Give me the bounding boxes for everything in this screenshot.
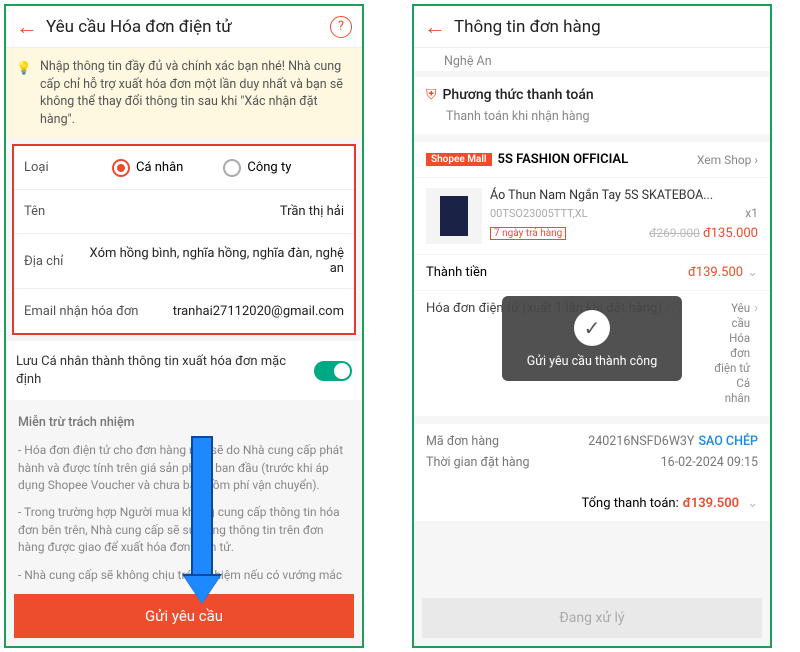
save-default-label: Lưu Cá nhân thành thông tin xuất hóa đơn… — [16, 353, 314, 388]
annotation-arrow — [184, 436, 220, 604]
mall-badge: Shopee Mall — [426, 153, 492, 166]
radio-personal[interactable]: Cá nhân — [112, 159, 183, 177]
name-value[interactable]: Trần thị hải — [82, 204, 344, 219]
help-icon[interactable]: ? — [330, 16, 352, 38]
product-qty: x1 — [745, 206, 758, 220]
check-icon: ✓ — [574, 310, 610, 346]
toast-text: Gửi yêu cầu thành công — [526, 354, 658, 369]
product-thumbnail — [426, 188, 482, 244]
save-default-row: Lưu Cá nhân thành thông tin xuất hóa đơn… — [6, 341, 362, 400]
order-time-label: Thời gian đặt hàng — [426, 455, 530, 470]
notice-text: Nhập thông tin đầy đủ và chính xác bạn n… — [40, 59, 343, 127]
name-label: Tên — [24, 204, 82, 219]
toggle-save-default[interactable] — [314, 361, 352, 381]
return-badge: 7 ngày trả hàng — [490, 227, 566, 240]
radio-icon — [223, 159, 241, 177]
order-id: 240216NSFD6W3Y — [588, 434, 694, 449]
bulb-icon: 💡 — [16, 60, 32, 78]
invoice-form: Loại Cá nhân Công ty Tên Trần thị hải Đị… — [12, 144, 356, 335]
copy-button[interactable]: SAO CHÉP — [698, 434, 758, 449]
payment-method: Thanh toán khi nhận hàng — [426, 109, 758, 124]
einvoice-value: Yêu cầu Hóa đơn điện tử Cá nhân — [710, 301, 750, 406]
type-label: Loại — [24, 160, 82, 175]
order-meta: Mã đơn hàng 240216NSFD6W3Y SAO CHÉP Thời … — [414, 416, 770, 486]
disclaimer-title: Miễn trừ trách nhiệm — [18, 414, 350, 432]
chevron-down-icon: ⌄ — [747, 265, 758, 280]
view-shop-link[interactable]: Xem Shop › — [697, 153, 758, 167]
shop-name: 5S FASHION OFFICIAL — [498, 152, 691, 167]
shop-row[interactable]: Shopee Mall 5S FASHION OFFICIAL Xem Shop… — [414, 142, 770, 178]
success-toast: ✓ Gửi yêu cầu thành công — [502, 296, 682, 381]
email-value[interactable]: tranhai27112020@gmail.com — [144, 304, 344, 319]
chevron-down-icon: ⌄ — [747, 496, 758, 511]
back-icon[interactable]: ← — [16, 14, 40, 40]
info-notice: 💡 Nhập thông tin đầy đủ và chính xác bạn… — [6, 48, 362, 138]
address-value[interactable]: Xóm hồng bình, nghĩa hồng, nghĩa đàn, ng… — [82, 246, 344, 276]
radio-icon — [112, 159, 130, 177]
header: ← Thông tin đơn hàng — [414, 6, 770, 48]
subtotal-value: đ139.500 — [688, 265, 743, 280]
processing-button: Đang xử lý — [422, 598, 762, 638]
page-title: Yêu cầu Hóa đơn điện tử — [40, 17, 330, 37]
new-price: đ135.000 — [703, 226, 758, 241]
payment-title: ⛨ Phương thức thanh toán — [426, 87, 758, 103]
shield-icon: ⛨ — [426, 87, 437, 103]
page-title: Thông tin đơn hàng — [448, 17, 760, 37]
product-row[interactable]: Áo Thun Nam Ngắn Tay 5S SKATEBOA... 00TS… — [414, 178, 770, 254]
order-id-label: Mã đơn hàng — [426, 434, 499, 449]
screen-order-detail: ← Thông tin đơn hàng Nghệ An ⛨ Phương th… — [412, 4, 772, 648]
email-label: Email nhận hóa đơn — [24, 304, 144, 319]
subtotal-label: Thành tiền — [426, 265, 487, 280]
order-time-value: 16-02-2024 09:15 — [661, 455, 758, 470]
old-price: đ269.000 — [649, 226, 700, 240]
product-sku: 00TSO23005TTT,XL — [490, 207, 588, 220]
radio-company[interactable]: Công ty — [223, 159, 291, 177]
grand-value: đ139.500 — [683, 496, 739, 511]
product-name: Áo Thun Nam Ngắn Tay 5S SKATEBOA... — [490, 188, 758, 203]
back-icon[interactable]: ← — [424, 14, 448, 40]
grand-total-row: Tổng thanh toán: đ139.500 ⌄ — [414, 486, 770, 521]
screen-invoice-request: ← Yêu cầu Hóa đơn điện tử ? 💡 Nhập thông… — [4, 4, 364, 648]
address-label: Địa chỉ — [24, 254, 82, 269]
chevron-right-icon: › — [754, 301, 758, 316]
address-tail: Nghệ An — [414, 48, 770, 71]
header: ← Yêu cầu Hóa đơn điện tử ? — [6, 6, 362, 48]
grand-label: Tổng thanh toán: — [582, 496, 679, 511]
subtotal-row[interactable]: Thành tiền đ139.500 ⌄ — [414, 254, 770, 290]
